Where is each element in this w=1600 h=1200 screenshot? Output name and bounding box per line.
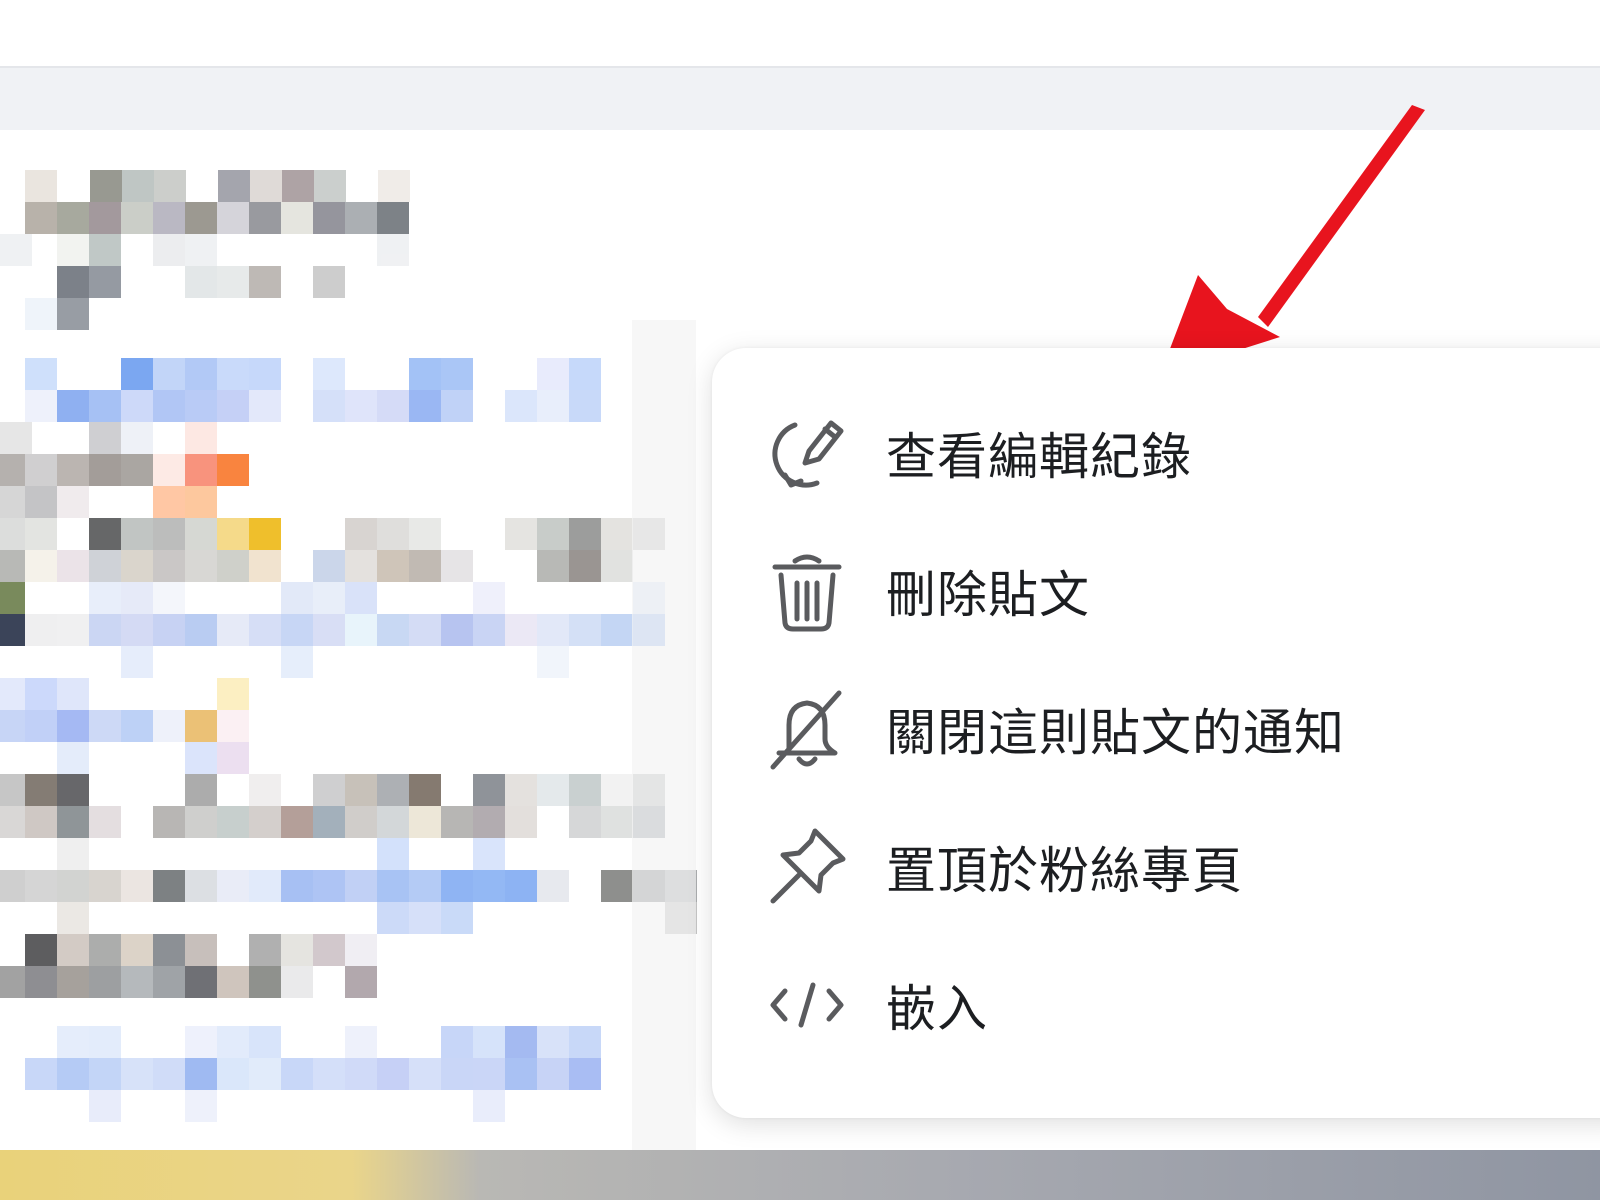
menu-item-embed[interactable]: 嵌入 bbox=[762, 950, 1482, 1060]
menu-item-label: 刪除貼文 bbox=[886, 566, 1090, 624]
top-bar bbox=[0, 0, 1600, 68]
menu-item-label: 關閉這則貼文的通知 bbox=[886, 704, 1345, 762]
menu-item-turn-off-notifications[interactable]: 關閉這則貼文的通知 bbox=[762, 674, 1482, 784]
red-arrow-annotation bbox=[1160, 105, 1425, 375]
menu-item-view-edit-history[interactable]: 查看編輯紀錄 bbox=[762, 398, 1482, 508]
bottom-background-image bbox=[0, 1150, 1600, 1200]
menu-item-label: 查看編輯紀錄 bbox=[886, 428, 1192, 486]
post-options-menu: 查看編輯紀錄 刪除貼文 關閉這則貼文的通知 置頂於粉絲專頁 嵌入 bbox=[712, 348, 1600, 1118]
edit-history-icon bbox=[762, 408, 852, 498]
pin-icon bbox=[762, 822, 852, 912]
menu-item-label: 置頂於粉絲專頁 bbox=[886, 842, 1243, 900]
trash-icon bbox=[762, 546, 852, 636]
censored-post-content bbox=[0, 170, 705, 1150]
bell-off-icon bbox=[762, 684, 852, 774]
menu-item-delete-post[interactable]: 刪除貼文 bbox=[762, 536, 1482, 646]
code-icon bbox=[762, 960, 852, 1050]
menu-item-label: 嵌入 bbox=[886, 980, 988, 1038]
menu-item-pin-to-page[interactable]: 置頂於粉絲專頁 bbox=[762, 812, 1482, 922]
